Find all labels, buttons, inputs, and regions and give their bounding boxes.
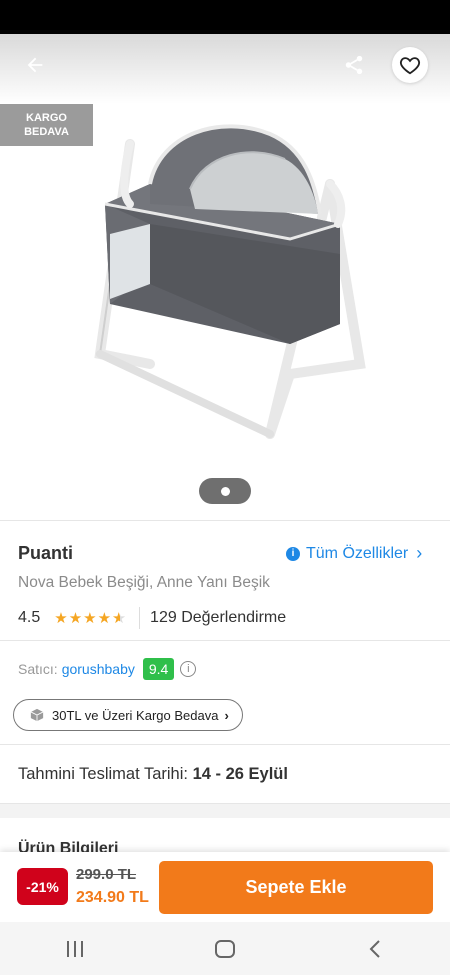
product-info-section: Puanti i Tüm Özellikler › Nova Bebek Beş… [0,520,450,640]
back-nav-button[interactable] [345,929,405,969]
free-shipping-pill-label: 30TL ve Üzeri Kargo Bedava [52,707,219,723]
seller-label: Satıcı: [18,661,58,677]
review-count[interactable]: 129 Değerlendirme [150,609,286,627]
status-bar [0,0,450,34]
purchase-bar: -21% 299.0 TL 234.90 TL Sepete Ekle [0,852,450,922]
discount-badge: -21% [17,868,68,905]
section-gap [0,804,450,818]
product-image-gallery[interactable]: KARGO BEDAVA [0,34,450,520]
add-to-cart-button[interactable]: Sepete Ekle [159,861,433,914]
divider [139,607,141,629]
chevron-left-icon [369,939,380,958]
old-price: 299.0 TL [76,866,137,883]
free-shipping-pill[interactable]: 30TL ve Üzeri Kargo Bedava › [13,699,243,731]
seller-section: Satıcı: gorushbaby 9.4 i 30TL ve Üzeri K… [0,640,450,744]
product-brand[interactable]: Puanti [18,543,73,564]
product-image [94,124,366,439]
pager-dot-active [220,486,230,496]
recent-apps-icon [67,940,83,957]
seller-score-badge: 9.4 [142,658,175,680]
arrow-left-icon [27,57,43,73]
home-icon [215,939,235,958]
share-button[interactable] [338,50,370,80]
chevron-right-icon: › [416,543,423,563]
rating-stars-icon: ★★★★★★ [54,610,126,627]
all-features-label: Tüm Özellikler [306,544,409,562]
image-pager[interactable] [199,478,251,504]
back-button[interactable] [18,50,52,80]
product-name: Nova Bebek Beşiği, Anne Yanı Beşik [18,574,270,591]
badge-line-2: BEDAVA [24,126,69,138]
seller-line: Satıcı: gorushbaby 9.4 i [18,658,197,680]
header-shade [0,34,450,104]
free-shipping-badge: KARGO BEDAVA [0,104,93,146]
current-price: 234.90 TL [76,889,149,906]
badge-line-1: KARGO [26,112,67,124]
system-nav-bar [0,922,450,975]
package-icon [30,708,44,722]
delivery-date: 14 - 26 Eylül [192,765,288,783]
info-outline-icon[interactable]: i [180,661,197,677]
delivery-label: Tahmini Teslimat Tarihi: [18,765,188,783]
rating-row[interactable]: 4.5 ★★★★★★ 129 Değerlendirme [18,607,286,629]
info-icon: i [286,546,300,561]
delivery-estimate: Tahmini Teslimat Tarihi: 14 - 26 Eylül [0,744,450,804]
recent-apps-button[interactable] [45,929,105,969]
heart-outline-icon [400,57,420,75]
seller-name[interactable]: gorushbaby [62,661,135,677]
favorite-button[interactable] [392,47,428,83]
home-button[interactable] [195,929,255,969]
chevron-right-icon: › [224,707,229,723]
share-icon [345,55,363,75]
rating-value: 4.5 [18,609,41,626]
all-features-link[interactable]: i Tüm Özellikler › [286,543,422,564]
